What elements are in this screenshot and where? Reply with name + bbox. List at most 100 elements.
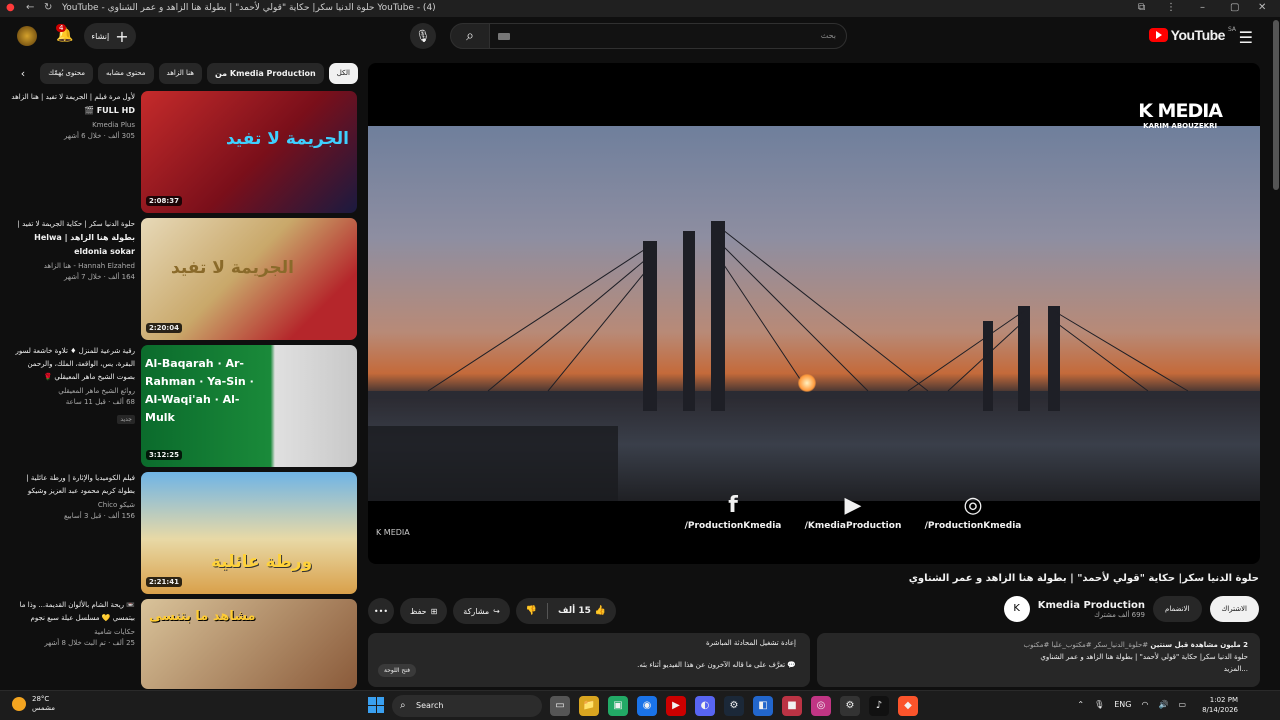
video-player[interactable]: K MEDIA KARIM ABOUZEKRI f /ProductionKme… [368,63,1260,564]
create-button[interactable]: إنشاء + [84,23,136,49]
task-view-icon[interactable]: ▭ [550,696,570,716]
video-title[interactable]: رقية شرعية للمنزل ♦ تلاوة خاشعة لسور الب… [5,345,135,371]
video-stats: 68 ألف · قبل 11 ساعة [65,398,135,406]
channel-name[interactable]: روائع الشيخ ماهر المعيقلي [5,387,135,395]
channel-name[interactable]: Kmedia Production [1038,600,1145,611]
share-icon: ↪ [493,606,500,616]
hamburger-menu-icon[interactable]: ☰ [1239,28,1253,47]
volume-icon[interactable]: 🔊 [1158,700,1168,709]
video-thumbnail[interactable]: مشاهد ما بتنسى [141,599,357,689]
list-item[interactable]: مشاهد ما بتنسى 📼 ريحة الشام بالألوان الق… [0,599,360,689]
reload-icon[interactable]: ↻ [44,2,52,13]
like-button[interactable]: 👍 15 ألف [548,598,616,624]
list-item[interactable]: الجريمة لا تفيد 2:20:04 حلوة الدنيا سكر … [0,218,360,340]
channel-name[interactable]: حكايات شامية [5,628,135,636]
tiktok-icon[interactable]: ♪ [869,696,889,716]
windows-start-icon[interactable] [368,697,384,713]
page-scrollbar[interactable] [1273,20,1279,190]
chip-for-you[interactable]: محتوى يُهمّك [40,62,94,84]
chat-icon: 💬 [787,661,796,669]
chip-from-channel[interactable]: من Kmedia Production [206,62,324,84]
taskbar-clock[interactable]: 1:02 PM 8/14/2026 [1202,695,1238,715]
file-explorer-icon[interactable]: 📁 [579,696,599,716]
video-description[interactable]: 2 مليون مشاهدة قبل سنتين #حلوة_الدنيا_سك… [817,633,1260,687]
channel-name[interactable]: شيكو Chico [5,501,135,509]
app2-icon[interactable]: ■ [782,696,802,716]
voice-search-mic-icon[interactable]: 🎙 [410,23,436,49]
thumbnail-text: الجريمة لا تفيد [171,258,295,278]
subscribe-button[interactable]: الاشتراك [1209,596,1259,622]
hashtags[interactable]: #حلوة_الدنيا_سكر #مكتوب_عليا #مكتوب [1024,641,1149,649]
search-button[interactable]: ⌕ [450,23,490,49]
channel-name[interactable]: Hannah Elzahed - هنا الزاهد [5,262,135,270]
notifications-bell-icon[interactable]: 🔔 4 [56,24,73,43]
search-icon: ⌕ [466,28,474,44]
maximize-icon[interactable]: ▢ [1230,2,1239,13]
list-item[interactable]: ورطة عائلية 2:21:41 فيلم الكوميديا والإث… [0,472,360,594]
channel-name[interactable]: Kmedia Plus [5,121,135,129]
share-label: مشاركة [463,606,490,616]
window-title: YouTube - (4) حلوة الدنيا سكر| حكاية "قو… [62,3,436,13]
store-icon[interactable]: ▣ [608,696,628,716]
youtube-handle: /KmediaProduction [804,521,902,531]
channel-avatar[interactable]: K [1003,596,1030,622]
video-title[interactable]: لأول مرة فيلم | الجريمة لا تفيد | هنا ال… [5,91,135,104]
video-thumbnail[interactable]: ورطة عائلية [141,472,357,594]
extensions-icon[interactable]: ⧉ [1138,2,1145,13]
chip-hana-elzahed[interactable]: هنا الزاهد [158,62,202,84]
video-thumbnail[interactable]: الجريمة لا تفيد [141,218,357,340]
settings-icon[interactable]: ⚙ [840,696,860,716]
open-panel-button[interactable]: فتح اللوحة [378,664,416,677]
dislike-button[interactable]: 👎 [516,598,547,624]
wifi-icon[interactable]: ◠ [1141,700,1148,709]
live-chat-replay-panel: إعادة تشغيل المحادثة المباشرة 💬 تعرَّف ع… [368,633,810,687]
chip-similar[interactable]: محتوى مشابه [98,62,154,84]
video-title-line2[interactable]: بطولة هنا الزاهد | Helwa eldonia sokar [34,233,135,256]
weather-widget[interactable]: 28°C مشمس [12,695,55,713]
channel-owner-row: K Kmedia Production 699 ألف مشترك الانضم… [1003,596,1259,622]
chrome-icon[interactable]: ◉ [637,696,657,716]
duration-badge: 2:20:04 [146,323,182,333]
more-actions-button[interactable]: ••• [368,598,394,624]
taskbar-search-box[interactable]: ⌕ Search [392,695,542,717]
list-item[interactable]: الجريمة لا تفيد 2:08:37 لأول مرة فيلم | … [0,91,360,213]
video-title-line2[interactable]: بيتمسي 💛 مسلسل عيلة سبع نجوم [5,612,135,625]
thumbnail-text: مشاهد ما بتنسى [149,609,256,624]
share-button[interactable]: ↪ مشاركة [453,598,510,624]
video-title[interactable]: فيلم الكوميديا والإثارة | ورطة عائلية | [5,472,135,485]
search-input[interactable]: بحث [489,23,847,49]
video-title-line2[interactable]: بطولة كريم محمود عبد العزيز وشيكو [5,485,135,498]
save-button[interactable]: ⊞ حفظ [400,598,448,624]
youtube-app-icon[interactable]: ▶ [666,696,686,716]
minimize-icon[interactable]: – [1200,2,1205,13]
youtube-logo[interactable]: YouTube SA [1148,26,1236,43]
account-avatar[interactable] [17,26,37,46]
instagram-app-icon[interactable]: ◎ [811,696,831,716]
battery-icon[interactable]: ▭ [1178,700,1186,709]
tray-chevron-icon[interactable]: ⌃ [1077,700,1084,709]
thumbs-up-icon: 👍 [594,606,607,616]
app-icon[interactable]: ◧ [753,696,773,716]
back-icon[interactable]: ← [26,2,34,13]
more-options-icon[interactable]: ⋮ [1166,2,1176,13]
browser-title-bar: ● ← ↻ YouTube - (4) حلوة الدنيا سكر| حكا… [0,0,1280,17]
chip-all[interactable]: الكل [328,62,358,84]
video-thumbnail[interactable]: Al-Baqarah · Ar-Rahman · Ya-Sin · Al-Waq… [141,345,357,467]
list-item[interactable]: Al-Baqarah · Ar-Rahman · Ya-Sin · Al-Waq… [0,345,360,467]
video-title-line2[interactable]: FULL HD 🎬 [84,106,135,115]
clock-date: 8/14/2026 [1202,706,1238,714]
steam-icon[interactable]: ⚙ [724,696,744,716]
video-title[interactable]: حلوة الدنيا سكر | حكاية الجريمة لا تفيد … [5,218,136,231]
language-indicator[interactable]: ENG [1114,700,1131,709]
close-icon[interactable]: ✕ [1258,2,1266,13]
brave-icon[interactable]: ◆ [898,696,918,716]
video-thumbnail[interactable]: الجريمة لا تفيد [141,91,357,213]
discord-icon[interactable]: ◐ [695,696,715,716]
video-title[interactable]: 📼 ريحة الشام بالألوان القديمة... وذا ما [5,599,135,612]
join-button[interactable]: الانضمام [1153,596,1202,622]
keyboard-icon[interactable] [498,33,510,40]
video-title-line2[interactable]: بصوت الشيخ ماهر المعيقلي 🌹 [5,371,135,384]
chevron-left-icon[interactable]: ‹ [21,67,25,80]
mic-icon[interactable]: 🎙 [1094,700,1104,709]
show-more-link[interactable]: ...المزيد [829,663,1248,675]
